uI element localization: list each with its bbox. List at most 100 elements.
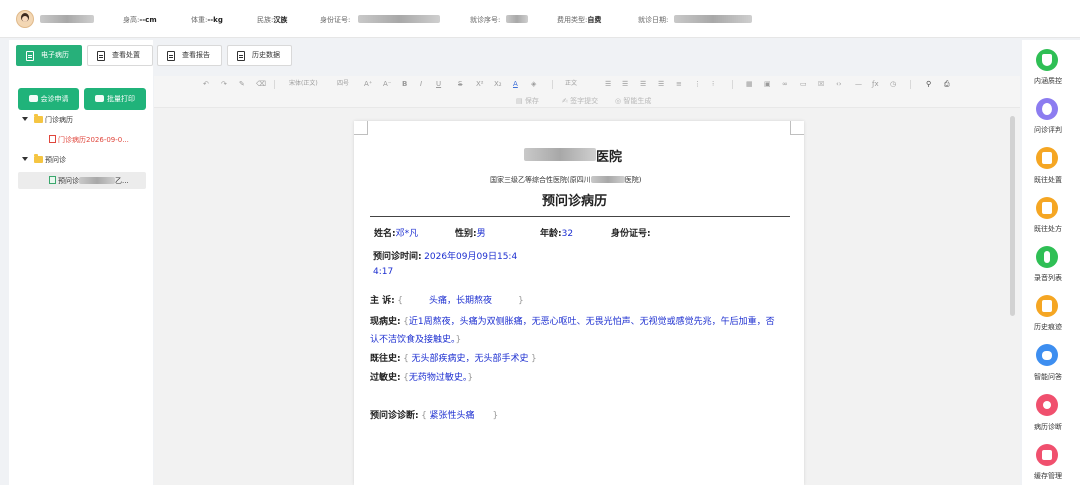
print-icon[interactable]: ⎙ <box>944 79 950 89</box>
ethnicity-field: 民族:汉族 <box>257 16 288 24</box>
subscript-icon[interactable]: X₂ <box>494 79 502 89</box>
document-title: 预问诊病历 <box>542 194 608 209</box>
pre-diagnosis-field: 预问诊诊断: { 紧张性头痛} <box>370 411 499 421</box>
align-right-icon[interactable]: ☰ <box>640 79 646 89</box>
highlight-icon[interactable]: ◈ <box>531 79 536 89</box>
divider-icon[interactable]: ▭ <box>800 79 807 89</box>
caret-down-icon[interactable] <box>22 117 28 121</box>
past-history-field: 既往史: { 无头部疾病史，无头部手术史 } <box>370 354 537 364</box>
tab-view-disposal[interactable]: 查看处置 <box>87 45 153 66</box>
sidebar-item-recording-list[interactable]: 录音列表 <box>1024 273 1072 283</box>
sidebar-item-past-disposal[interactable]: 既往处置 <box>1024 175 1072 185</box>
toolbar-divider <box>732 80 733 89</box>
consult-time-field: 预问诊时间: 2026年09月09日15:4 <box>373 252 518 262</box>
font-size-select[interactable]: 四号 <box>337 79 349 89</box>
link-icon[interactable]: ∞ <box>782 79 788 89</box>
underline-icon[interactable]: U <box>436 79 441 89</box>
redo-icon[interactable]: ↷ <box>221 79 227 89</box>
patient-info-bar: 身高:--cm 体重:--kg 民族:汉族 身份证号: 就诊序号: 费用类型:自… <box>0 0 1080 38</box>
formula-icon[interactable]: ƒx <box>872 79 879 89</box>
tab-view-report[interactable]: 查看报告 <box>157 45 222 66</box>
table-icon[interactable]: ▦ <box>746 79 753 89</box>
document-icon <box>97 51 105 61</box>
sidebar-item-quality-control[interactable]: 内涵质控 <box>1024 76 1072 86</box>
present-illness-wrap: 认不洁饮食及接触史。} <box>370 335 462 345</box>
chief-complaint-field: 主 诉: {头痛，长期熬夜} <box>370 296 524 306</box>
undo-icon[interactable]: ↶ <box>203 79 209 89</box>
name-value[interactable]: 邓*凡 <box>396 229 419 239</box>
editor-scrollbar-thumb[interactable] <box>1010 116 1015 316</box>
allergy-field: 过敏史: {无药物过敏史。} <box>370 373 474 383</box>
stethoscope-icon[interactable] <box>1036 394 1058 416</box>
prescription-icon[interactable] <box>1036 197 1058 219</box>
format-painter-icon[interactable]: ✎ <box>239 79 245 89</box>
tree-group-outpatient[interactable]: 门诊病历 <box>22 114 73 126</box>
batch-print-button[interactable]: 批量打印 <box>84 88 146 110</box>
eraser-icon[interactable]: ⌫ <box>256 79 266 89</box>
toolbar-divider <box>274 80 275 89</box>
font-family-select[interactable]: 宋体(正文) <box>289 79 318 89</box>
align-justify-icon[interactable]: ☰ <box>658 79 664 89</box>
past-history-value[interactable]: 无头部疾病史，无头部手术史 <box>411 354 528 364</box>
microphone-icon[interactable] <box>1036 246 1058 268</box>
sidebar-item-past-prescription[interactable]: 既往处方 <box>1024 224 1072 234</box>
tree-item-pre-consult-record[interactable]: 预问诊 乙... <box>49 175 129 187</box>
align-center-icon[interactable]: ☰ <box>622 79 628 89</box>
superscript-icon[interactable]: X² <box>476 79 484 89</box>
ordered-list-icon[interactable]: ⋮ <box>694 79 701 89</box>
age-value[interactable]: 32 <box>562 229 573 239</box>
checkbox-icon[interactable]: ☒ <box>818 79 824 89</box>
hospital-subtitle-redacted <box>590 176 625 183</box>
consult-time-value-wrap[interactable]: 4:17 <box>373 267 393 277</box>
pre-diagnosis-value[interactable]: 紧张性头痛 <box>429 411 474 421</box>
tree-group-pre-consult[interactable]: 预问诊 <box>22 154 66 166</box>
sign-submit-button[interactable]: ✍ 签字提交 <box>562 96 598 106</box>
line-spacing-icon[interactable]: ≡ <box>676 79 682 89</box>
visit-number-redacted <box>506 15 528 23</box>
id-number-redacted <box>358 15 440 23</box>
tab-electronic-record[interactable]: 电子病历 <box>16 45 82 66</box>
italic-icon[interactable]: I <box>420 79 422 89</box>
star-icon[interactable] <box>1036 98 1058 120</box>
chief-complaint-value[interactable]: 头痛，长期熬夜 <box>429 296 492 306</box>
image-icon[interactable]: ▣ <box>764 79 771 89</box>
allergy-value[interactable]: 无药物过敏史。 <box>409 373 468 383</box>
unordered-list-icon[interactable]: ⁝ <box>712 79 714 89</box>
font-grow-icon[interactable]: A⁺ <box>364 79 372 89</box>
search-icon[interactable]: ⚲ <box>926 79 931 89</box>
sidebar-item-cache-management[interactable]: 缓存管理 <box>1024 471 1072 481</box>
smart-generate-button[interactable]: ◎ 智能生成 <box>615 96 651 106</box>
record-name-redacted <box>79 177 115 184</box>
strikethrough-icon[interactable]: S <box>458 79 462 89</box>
tab-history-data[interactable]: 历史数据 <box>227 45 292 66</box>
clipboard-icon[interactable] <box>1036 147 1058 169</box>
consult-time-value[interactable]: 2026年09月09日15:4 <box>424 252 517 262</box>
save-button[interactable]: ▤ 保存 <box>516 96 539 106</box>
present-illness-value[interactable]: 近1周熬夜，头痛为双侧胀痛，无恶心呕吐、无畏光怕声、无视觉或感觉先兆，午后加重，… <box>409 317 775 327</box>
robot-icon[interactable] <box>1036 344 1058 366</box>
sidebar-item-record-diagnosis[interactable]: 病历诊断 <box>1024 422 1072 432</box>
separator-icon[interactable]: — <box>855 79 862 89</box>
font-shrink-icon[interactable]: A⁻ <box>383 79 391 89</box>
sidebar-item-consult-evaluation[interactable]: 问诊评判 <box>1024 125 1072 135</box>
clock-icon[interactable]: ◷ <box>890 79 896 89</box>
sidebar-item-smart-qa[interactable]: 智能问答 <box>1024 372 1072 382</box>
history-doc-icon[interactable] <box>1036 295 1058 317</box>
record-file-icon <box>49 176 56 184</box>
code-icon[interactable]: ‹› <box>836 79 842 89</box>
sidebar-item-history-trace[interactable]: 历史痕迹 <box>1024 322 1072 332</box>
gender-value[interactable]: 男 <box>477 229 486 239</box>
shield-check-icon[interactable] <box>1036 49 1058 71</box>
present-illness-value-cont[interactable]: 认不洁饮食及接触史。 <box>370 335 456 345</box>
patient-name-redacted <box>40 15 94 23</box>
bold-icon[interactable]: B <box>402 79 407 89</box>
caret-down-icon[interactable] <box>22 157 28 161</box>
toolbar-divider <box>910 80 911 89</box>
consult-request-button[interactable]: 会诊申请 <box>18 88 79 110</box>
tree-item-outpatient-record[interactable]: 门诊病历2026-09-0... <box>49 134 129 146</box>
cache-icon[interactable] <box>1036 444 1058 466</box>
title-rule <box>370 216 790 217</box>
font-color-icon[interactable]: A <box>513 79 518 89</box>
paragraph-style-select[interactable]: 正文 <box>565 79 577 89</box>
align-left-icon[interactable]: ☰ <box>605 79 611 89</box>
